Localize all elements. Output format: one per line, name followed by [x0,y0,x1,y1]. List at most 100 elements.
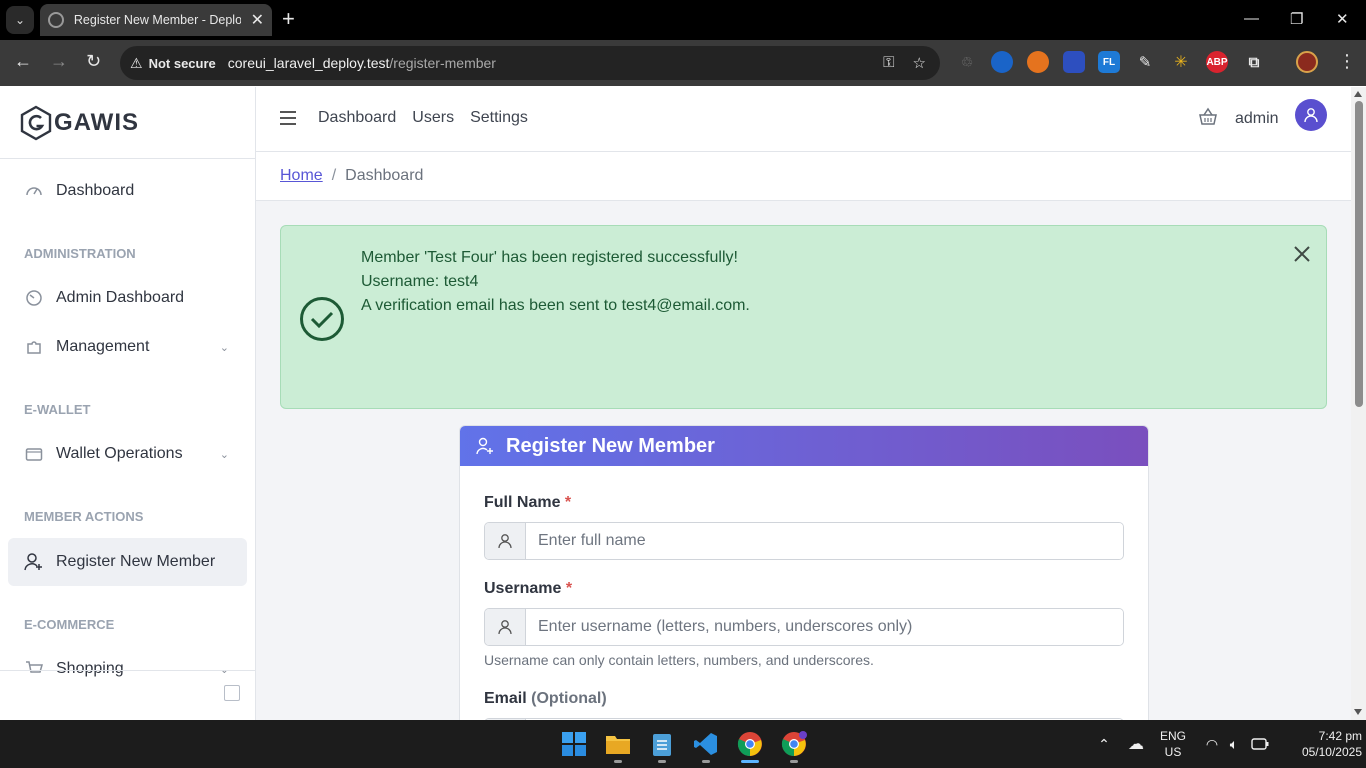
warning-icon[interactable]: ⚠ [130,55,143,72]
register-member-card: Register New Member Full Name * Username… [459,425,1149,720]
windows-start-icon[interactable] [560,730,588,758]
user-avatar[interactable] [1295,99,1327,131]
main-content: Member 'Test Four' has been registered s… [256,201,1351,720]
taskbar: ⌃ ☁ ENG US ◠ 🔈︎ 7:42 pm 05/10/2025 [0,720,1366,768]
sidebar-item-admin-dashboard[interactable]: Admin Dashboard [8,274,247,322]
username-input[interactable] [526,609,1123,645]
reload-icon[interactable]: ↻ [86,52,101,70]
breadcrumb-current: Dashboard [345,167,424,184]
profile-avatar-icon[interactable] [1296,51,1318,73]
hamburger-menu-icon[interactable] [280,111,296,125]
nav-section-e-commerce: E-COMMERCE [24,617,115,632]
sidebar-item-label: Management [56,338,150,355]
breadcrumb-home-link[interactable]: Home [280,167,323,185]
clock[interactable]: 7:42 pm 05/10/2025 [1296,728,1362,760]
user-plus-icon [24,552,44,572]
tab-search-button[interactable]: ⌄ [6,6,34,34]
new-tab-button[interactable]: + [282,8,295,30]
chrome-icon[interactable] [736,730,764,758]
language-indicator[interactable]: ENG US [1160,728,1186,760]
check-circle-icon [300,297,344,341]
browser-tab[interactable]: Register New Member - Deploy ✕ [40,4,272,36]
tab-title: Register New Member - Deploy [73,13,241,27]
breadcrumb-separator: / [331,167,337,184]
restore-icon[interactable]: ❐ [1290,10,1303,28]
breadcrumb: Home / Dashboard [256,152,1351,201]
sidebar-item-label: Dashboard [56,182,135,199]
fox-extension-icon[interactable] [1027,51,1049,73]
browser-tab-bar: ⌄ Register New Member - Deploy ✕ + — ❐ ✕ [0,0,1366,40]
gawis-logo-icon [20,105,52,140]
wallet-icon [24,444,44,464]
address-bar[interactable]: ⚠ Not secure coreui_laravel_deploy.test /… [120,46,940,80]
battery-icon[interactable] [1246,730,1274,758]
eyedropper-extension-icon[interactable]: ✎ [1134,51,1156,73]
sidebar-item-dashboard[interactable]: Dashboard [8,167,247,215]
nav-section-administration: ADMINISTRATION [24,246,136,261]
header-nav-dashboard[interactable]: Dashboard [318,109,396,127]
brand-name: GAWIS [54,108,140,136]
scroll-thumb[interactable] [1355,101,1363,407]
nav-section-member-actions: MEMBER ACTIONS [24,509,144,524]
brand[interactable]: GAWIS [0,87,255,159]
alert-line-username: Username: test4 [361,273,479,290]
fullname-input-group [484,522,1124,560]
fullname-input[interactable] [526,523,1123,559]
abp-extension-icon[interactable]: ABP [1206,51,1228,73]
blue-circle-extension-icon[interactable] [991,51,1013,73]
menu-kebab-icon[interactable]: ⋮ [1338,52,1356,70]
url-path: /register-member [389,55,496,71]
sidebar: GAWIS Dashboard ADMINISTRATION Admin Das… [0,87,256,720]
alert-line-email: A verification email has been sent to te… [361,297,750,314]
user-icon [485,609,526,645]
file-explorer-icon[interactable] [604,730,632,758]
forward-arrow-icon[interactable]: → [50,52,68,70]
basket-icon[interactable] [1198,107,1218,127]
browser-toolbar: ← → ↻ ⚠ Not secure coreui_laravel_deploy… [0,40,1366,86]
minimize-icon[interactable]: — [1244,10,1259,27]
page-scrollbar[interactable] [1351,87,1366,720]
fl-extension-icon[interactable]: FL [1098,51,1120,73]
username-help-text: Username can only contain letters, numbe… [484,652,874,668]
close-tab-icon[interactable]: ✕ [251,10,264,30]
user-plus-icon [476,437,493,455]
chevron-down-icon: ⌄ [219,341,229,354]
sparkle-extension-icon[interactable]: ✳ [1170,51,1192,73]
vscode-icon[interactable] [692,730,720,758]
optional-tag: (Optional) [531,690,607,707]
user-name[interactable]: admin [1235,110,1279,128]
url-host: coreui_laravel_deploy.test [227,55,390,71]
alert-message: Member 'Test Four' has been registered s… [361,246,750,318]
tray-chevron-up-icon[interactable]: ⌃ [1090,730,1118,758]
success-alert: Member 'Test Four' has been registered s… [280,225,1327,409]
tab-favicon-icon [48,12,64,28]
header-nav-users[interactable]: Users [412,109,454,127]
puzzle-icon [24,337,44,357]
sidebar-item-wallet-operations[interactable]: Wallet Operations ⌄ [8,430,247,478]
security-label[interactable]: Not secure [149,56,216,71]
nav-section-e-wallet: E-WALLET [24,402,91,417]
puzzle-colored-extension-icon[interactable] [1063,51,1085,73]
scroll-down-icon[interactable] [1354,709,1362,715]
back-arrow-icon[interactable]: ← [14,52,32,70]
recycle-extension-icon[interactable]: ♲ [956,51,978,73]
sidebar-item-management[interactable]: Management ⌄ [8,323,247,371]
header-nav-settings[interactable]: Settings [470,109,528,127]
sidebar-item-label: Admin Dashboard [56,289,185,306]
app-header: Dashboard Users Settings admin [256,87,1351,152]
scroll-up-icon[interactable] [1354,91,1362,97]
extensions-puzzle-icon[interactable]: ⧉ [1243,51,1265,73]
email-label: Email (Optional) [484,690,607,707]
close-icon[interactable] [1292,244,1312,264]
chrome-profile-icon[interactable] [780,730,808,758]
onedrive-cloud-icon[interactable]: ☁ [1122,730,1150,758]
bookmark-star-icon[interactable]: ☆ [913,54,926,72]
notepad-icon[interactable] [648,730,676,758]
header-nav: Dashboard Users Settings [318,109,528,127]
user-icon [485,523,526,559]
sidebar-collapse-icon[interactable] [224,685,240,701]
sidebar-item-register-new-member[interactable]: Register New Member [8,538,247,586]
key-icon[interactable]: ⚿ [883,54,894,72]
volume-icon[interactable]: 🔈︎ [1220,730,1248,758]
window-close-icon[interactable]: ✕ [1336,10,1349,28]
